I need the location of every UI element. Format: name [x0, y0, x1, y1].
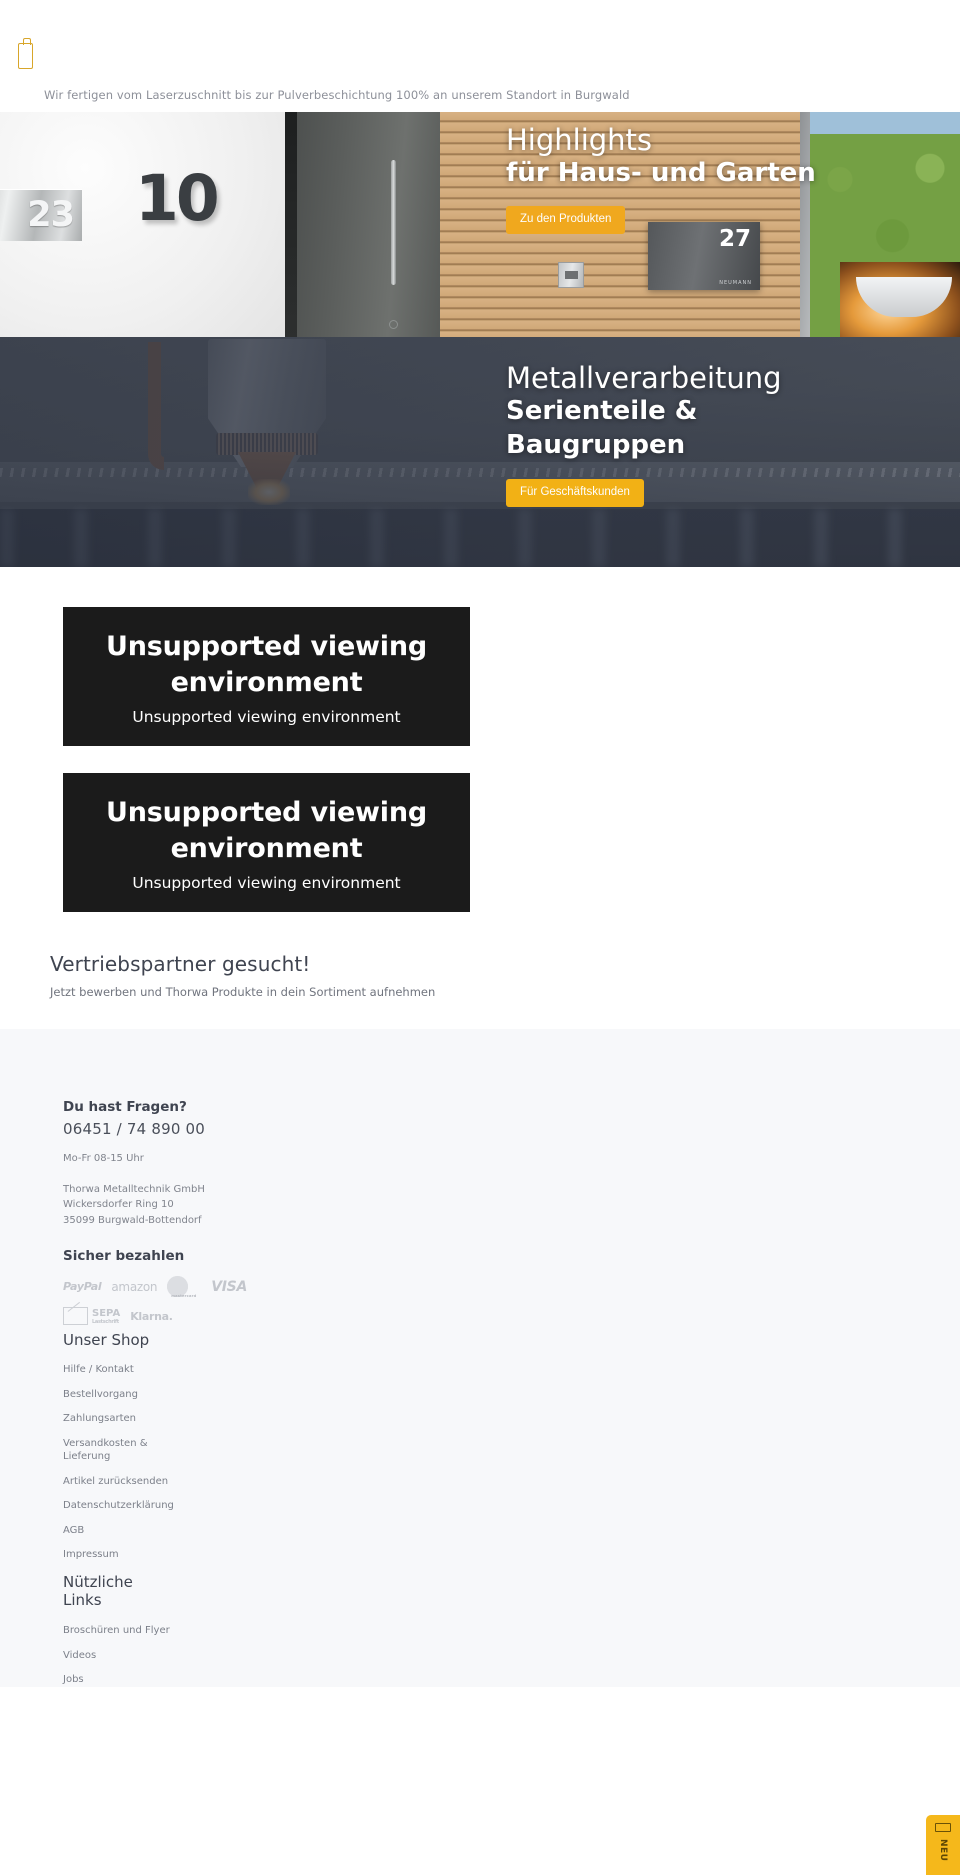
top-bar: Wir fertigen vom Laserzuschnitt bis zur … — [0, 0, 960, 112]
video-embed-2-title: Unsupported viewing environment — [105, 796, 428, 864]
footer-address: Thorwa Metalltechnik GmbH Wickersdorfer … — [63, 1182, 380, 1229]
hero-highlights-cta[interactable]: Zu den Produkten — [506, 205, 626, 235]
list-item: Impressum — [63, 1548, 380, 1562]
site-tagline: Wir fertigen vom Laserzuschnitt bis zur … — [44, 88, 630, 102]
footer-phone[interactable]: 06451 / 74 890 00 — [63, 1120, 380, 1138]
list-item: Hilfe / Kontakt — [63, 1363, 380, 1377]
footer-company: Thorwa Metalltechnik GmbH — [63, 1183, 205, 1195]
house-number-plate: 23 — [0, 189, 82, 241]
list-item: Videos — [63, 1649, 380, 1663]
menu-bar-icon[interactable] — [18, 38, 33, 69]
video-embed-2[interactable]: Unsupported viewing environment Unsuppor… — [63, 772, 470, 912]
footer-useful-links: Broschüren und Flyer Videos Jobs — [63, 1624, 380, 1687]
floating-promo-tab-label: NEU — [938, 1839, 948, 1862]
video-embed-1-title: Unsupported viewing environment — [105, 631, 428, 698]
hero-highlights-title: Highlights — [506, 123, 653, 157]
footer-link-impressum[interactable]: Impressum — [63, 1548, 380, 1562]
footer-link-zahlungsarten[interactable]: Zahlungsarten — [63, 1412, 380, 1426]
video-embed-1[interactable]: Unsupported viewing environment Unsuppor… — [63, 607, 470, 746]
hero-metalworking-subtitle-1: Serienteile & — [506, 396, 698, 427]
list-item: Broschüren und Flyer — [63, 1624, 380, 1638]
mailbox-brand: NEUMANN — [719, 280, 752, 286]
video-embed-1-subtitle: Unsupported viewing environment — [132, 707, 401, 726]
visa-logo-icon: VISA — [211, 1278, 247, 1295]
footer-link-broschueren-flyer[interactable]: Broschüren und Flyer — [63, 1624, 380, 1638]
footer-link-bestellvorgang[interactable]: Bestellvorgang — [63, 1388, 380, 1402]
footer-link-artikel-zuruecksenden[interactable]: Artikel zurücksenden — [63, 1475, 380, 1489]
house-number-wall-text: 10 — [135, 162, 220, 235]
footer-link-hilfe-kontakt[interactable]: Hilfe / Kontakt — [63, 1363, 380, 1377]
footer-payment-heading: Sicher bezahlen — [63, 1248, 185, 1265]
footer-shop-heading: Unser Shop — [63, 1331, 150, 1350]
hero-highlights-subtitle: für Haus- und Garten — [506, 158, 816, 189]
footer-city: 35099 Burgwald-Bottendorf — [63, 1214, 202, 1226]
video-section: Unsupported viewing environment Unsuppor… — [0, 567, 960, 912]
site-footer: Du hast Fragen? 06451 / 74 890 00 Mo-Fr … — [0, 1028, 960, 1687]
hero-highlights-copy: Highlights für Haus- und Garten Zu den P… — [506, 123, 960, 235]
footer-street: Wickersdorfer Ring 10 — [63, 1199, 174, 1211]
hero-metalworking: Metallverarbeitung Serienteile & Baugrup… — [0, 337, 960, 567]
footer-hours: Mo-Fr 08-15 Uhr — [63, 1152, 144, 1164]
hero-metalworking-cta[interactable]: Für Geschäftskunden — [506, 478, 644, 508]
mastercard-logo-icon: mastercard — [167, 1276, 201, 1298]
footer-link-datenschutzerklaerung[interactable]: Datenschutzerklärung — [63, 1499, 380, 1513]
hero-metalworking-copy: Metallverarbeitung Serienteile & Baugrup… — [506, 361, 960, 508]
klarna-logo-icon: Klarna. — [130, 1309, 173, 1323]
paypal-logo-icon: PayPal — [63, 1280, 102, 1294]
payment-logos: PayPal amazon mastercard VISA SEPA Lasts… — [63, 1276, 293, 1326]
hero-metalworking-subtitle-2: Baugruppen — [506, 429, 686, 460]
footer-shop-links: Hilfe / Kontakt Bestellvorgang Zahlungsa… — [63, 1363, 380, 1562]
list-item: Bestellvorgang — [63, 1388, 380, 1402]
door-lock — [389, 320, 398, 329]
hero-metalworking-title: Metallverarbeitung — [506, 361, 782, 395]
sepa-mandate-icon — [63, 1307, 88, 1326]
sepa-sublabel: Lastschrift — [92, 1318, 119, 1325]
list-item: Versandkosten & Lieferung — [63, 1437, 380, 1464]
footer-column-contact: Du hast Fragen? 06451 / 74 890 00 Mo-Fr … — [0, 1099, 380, 1687]
sepa-label: SEPA — [92, 1307, 121, 1319]
sepa-logo-icon: SEPA Lastschrift — [63, 1307, 121, 1326]
wall-keybox — [558, 262, 584, 288]
list-item: Datenschutzerklärung — [63, 1499, 380, 1513]
footer-contact-heading: Du hast Fragen? — [63, 1098, 187, 1115]
footer-link-versandkosten-lieferung[interactable]: Versandkosten & Lieferung — [63, 1437, 153, 1464]
door-handle — [391, 160, 396, 285]
video-embed-2-subtitle: Unsupported viewing environment — [132, 873, 401, 892]
list-item: Zahlungsarten — [63, 1412, 380, 1426]
footer-link-jobs[interactable]: Jobs — [63, 1673, 380, 1687]
floating-promo-tab[interactable]: NEU — [926, 1815, 960, 1875]
footer-useful-heading: Nützliche Links — [63, 1572, 133, 1610]
card-icon — [935, 1823, 951, 1832]
partner-text: Jetzt bewerben und Thorwa Produkte in de… — [50, 984, 436, 999]
hero-highlights: 23 10 27 NEUMANN Highlights für Haus- un… — [0, 112, 960, 337]
list-item: Artikel zurücksenden — [63, 1475, 380, 1489]
partner-section: Vertriebspartner gesucht! Jetzt bewerben… — [0, 938, 960, 1029]
amazon-logo-icon: amazon — [111, 1279, 158, 1294]
list-item: Jobs — [63, 1673, 380, 1687]
house-number-plate-text: 23 — [27, 195, 75, 235]
footer-link-videos[interactable]: Videos — [63, 1649, 380, 1663]
partner-heading: Vertriebspartner gesucht! — [50, 951, 311, 976]
entrance-door — [285, 112, 440, 337]
footer-link-agb[interactable]: AGB — [63, 1524, 380, 1538]
list-item: AGB — [63, 1524, 380, 1538]
